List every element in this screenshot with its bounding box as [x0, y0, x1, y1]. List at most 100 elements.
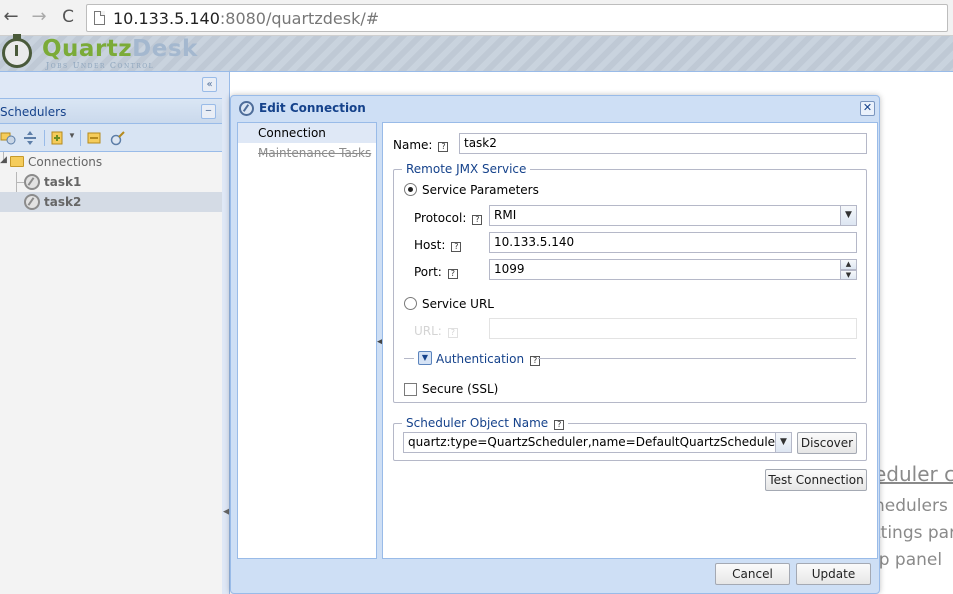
- protocol-select[interactable]: RMI ▼: [489, 205, 857, 226]
- tree-root-label: Connections: [28, 155, 103, 169]
- protocol-label-text: Protocol:: [414, 211, 467, 225]
- host-label: Host:?: [414, 238, 462, 252]
- address-bar[interactable]: 10.133.5.140:8080/quartzdesk/#: [86, 4, 948, 32]
- help-icon[interactable]: ?: [472, 215, 483, 225]
- app-header: QuartzDesk Jobs Under Control: [0, 34, 953, 72]
- schedulers-panel: « Schedulers − ▼ ◢ Connections task1 tas…: [0, 72, 222, 594]
- protocol-label: Protocol:?: [414, 211, 483, 225]
- background-heading: eduler co: [874, 462, 953, 486]
- host-label-text: Host:: [414, 238, 446, 252]
- service-parameters-radio[interactable]: [404, 183, 417, 196]
- scheduler-object-legend-text: Scheduler Object Name: [406, 416, 549, 430]
- close-icon[interactable]: ✕: [860, 101, 875, 116]
- url-host: 10.133.5.140: [113, 9, 220, 28]
- tree-expand-icon[interactable]: ◢: [0, 155, 7, 165]
- connection-form: Name:? task2 Remote JMX Service Service …: [382, 122, 878, 559]
- secure-ssl-label: Secure (SSL): [422, 382, 499, 396]
- connection-icon: [24, 194, 40, 210]
- port-label-text: Port:: [414, 265, 442, 279]
- remote-jmx-legend: Remote JMX Service: [402, 162, 531, 176]
- protocol-value: RMI: [494, 208, 517, 222]
- nav-item-maintenance-tasks[interactable]: Maintenance Tasks: [238, 143, 376, 163]
- remote-jmx-fieldset: Remote JMX Service Service Parameters Pr…: [393, 162, 867, 403]
- help-icon[interactable]: ?: [451, 242, 462, 252]
- connection-icon: [24, 174, 40, 190]
- schedulers-panel-header: Schedulers −: [0, 98, 222, 124]
- cancel-button[interactable]: Cancel: [715, 563, 790, 585]
- forward-arrow-icon[interactable]: →: [28, 6, 50, 28]
- edit-connection-dialog: Edit Connection ✕ Connection Maintenance…: [230, 95, 880, 594]
- stopwatch-logo-icon: [2, 34, 32, 68]
- port-value: 1099: [494, 262, 525, 276]
- host-field[interactable]: 10.133.5.140: [489, 232, 857, 253]
- url-label-text: URL:: [414, 324, 442, 338]
- name-label-text: Name:: [393, 138, 433, 152]
- page-icon: [94, 11, 105, 25]
- edit-folder-icon[interactable]: [86, 130, 102, 146]
- add-menu-icon[interactable]: [50, 130, 66, 146]
- collapse-strip: «: [0, 72, 222, 98]
- port-label: Port:?: [414, 265, 458, 279]
- help-icon[interactable]: ?: [554, 420, 565, 430]
- name-field[interactable]: task2: [459, 133, 867, 154]
- connection-icon: [239, 101, 254, 116]
- scheduler-object-value: quartz:type=QuartzScheduler,name=Default…: [408, 435, 792, 449]
- chevron-down-icon[interactable]: ▼: [775, 433, 791, 452]
- tree-node-task2[interactable]: task2: [0, 192, 222, 212]
- help-icon[interactable]: ?: [447, 269, 458, 279]
- url-path: :8080/quartzdesk/#: [219, 9, 380, 28]
- divider: [404, 358, 414, 359]
- scheduler-object-fieldset: Scheduler Object Name? quartz:type=Quart…: [393, 416, 867, 461]
- folder-icon: [10, 156, 24, 167]
- discover-button[interactable]: Discover: [797, 432, 857, 454]
- url-label: URL:?: [414, 324, 458, 338]
- address-bar-text: 10.133.5.140:8080/quartzdesk/#: [113, 9, 379, 28]
- collapse-left-icon[interactable]: «: [202, 77, 217, 92]
- back-arrow-icon[interactable]: ←: [0, 6, 22, 28]
- app-tagline: Jobs Under Control: [46, 61, 155, 70]
- service-parameters-label: Service Parameters: [422, 183, 539, 197]
- toolbar-separator: [80, 130, 81, 146]
- tree-item-label: task2: [44, 195, 82, 209]
- help-icon: ?: [447, 328, 458, 338]
- divider: [538, 358, 856, 359]
- scheduler-object-legend: Scheduler Object Name?: [402, 416, 569, 430]
- authentication-toggle-icon[interactable]: ▼: [418, 351, 432, 365]
- dropdown-arrow-icon[interactable]: ▼: [68, 131, 76, 140]
- service-url-label: Service URL: [422, 297, 494, 311]
- port-stepper[interactable]: 1099 ▲ ▼: [489, 259, 857, 280]
- reload-icon[interactable]: C: [57, 6, 79, 28]
- tree-node-connections[interactable]: ◢ Connections: [0, 152, 222, 172]
- dialog-title: Edit Connection: [259, 101, 366, 115]
- browser-toolbar: ← → C 10.133.5.140:8080/quartzdesk/#: [0, 0, 953, 36]
- scheduler-object-select[interactable]: quartz:type=QuartzScheduler,name=Default…: [403, 432, 792, 453]
- url-field: [489, 318, 857, 339]
- help-icon[interactable]: ?: [438, 142, 449, 152]
- schedulers-panel-title: Schedulers: [0, 105, 67, 119]
- nav-item-connection[interactable]: Connection: [238, 123, 376, 143]
- update-button[interactable]: Update: [796, 563, 871, 585]
- secure-ssl-checkbox[interactable]: [404, 383, 417, 396]
- authentication-label[interactable]: Authentication?: [436, 352, 541, 366]
- tree-node-task1[interactable]: task1: [0, 172, 222, 192]
- spin-down-icon[interactable]: ▼: [840, 270, 856, 279]
- toolbar-separator: [44, 130, 45, 146]
- tree-item-label: task1: [44, 175, 82, 189]
- chevron-down-icon[interactable]: ▼: [840, 206, 856, 225]
- background-text: hedulers: [874, 496, 948, 516]
- dialog-nav: Connection Maintenance Tasks: [237, 122, 377, 559]
- expand-collapse-icon[interactable]: [22, 130, 38, 146]
- authentication-label-text: Authentication: [436, 352, 525, 366]
- logo-secondary: Desk: [132, 36, 198, 62]
- background-text: lp panel: [874, 550, 943, 570]
- background-text: ttings par: [874, 523, 953, 543]
- connections-tree: ◢ Connections task1 task2: [0, 152, 222, 594]
- logo-primary: Quartz: [42, 36, 133, 62]
- spin-up-icon[interactable]: ▲: [840, 260, 856, 270]
- panel-splitter[interactable]: ◀: [222, 72, 230, 594]
- connection-settings-icon[interactable]: [110, 130, 126, 146]
- minimize-icon[interactable]: −: [201, 104, 216, 119]
- service-url-radio[interactable]: [404, 297, 417, 310]
- test-connection-button[interactable]: Test Connection: [765, 469, 867, 491]
- connections-icon[interactable]: [0, 130, 16, 146]
